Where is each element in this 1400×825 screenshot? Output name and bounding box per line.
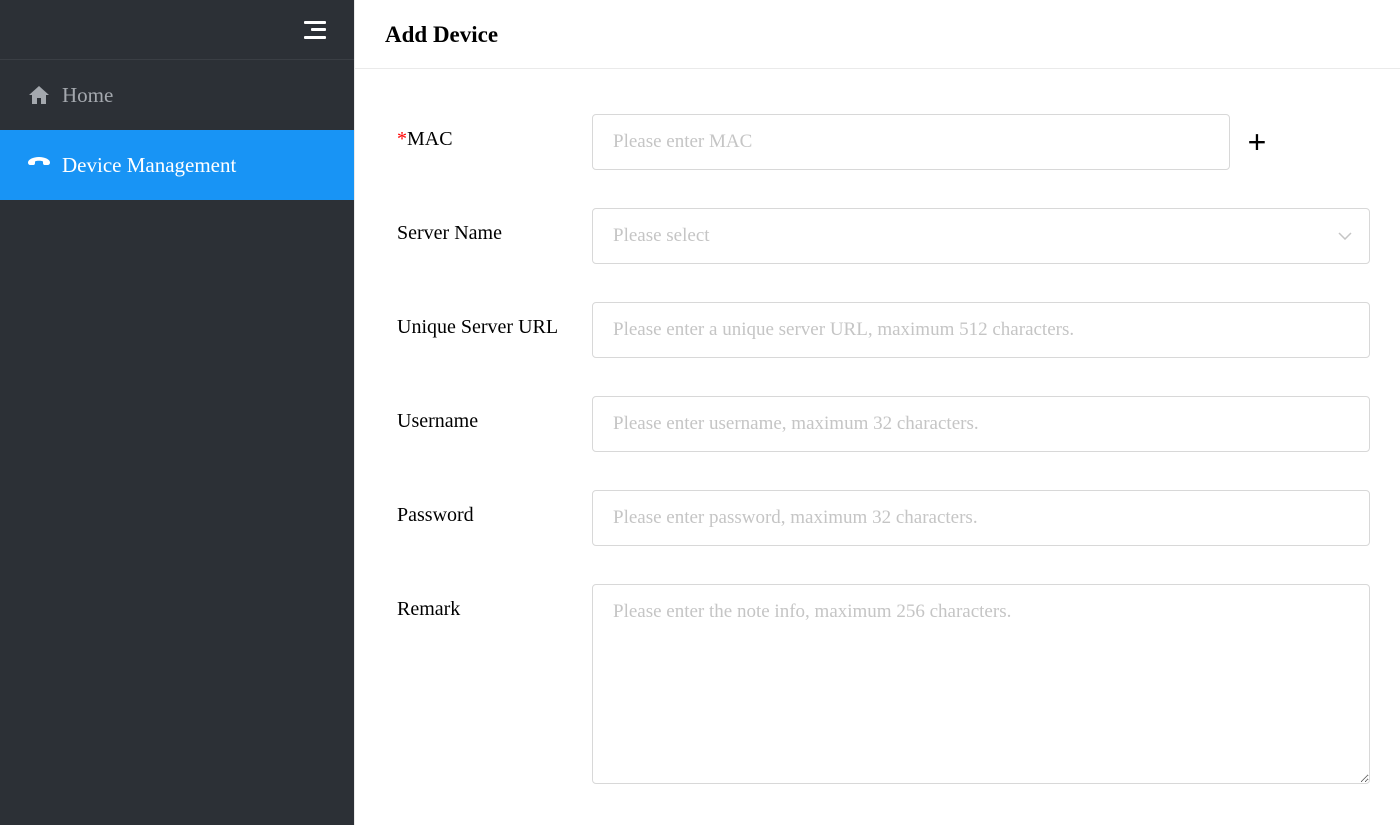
main-content: Add Device *MAC + Server Name Please sel… — [354, 0, 1400, 825]
form-row-username: Username — [397, 396, 1370, 452]
mac-label: *MAC — [397, 114, 592, 151]
form-row-remark: Remark — [397, 584, 1370, 784]
add-mac-button[interactable]: + — [1242, 127, 1272, 157]
home-icon — [28, 84, 50, 106]
plus-icon: + — [1248, 126, 1267, 158]
form-row-mac: *MAC + — [397, 114, 1370, 170]
sidebar-item-label: Home — [62, 83, 113, 108]
username-input[interactable] — [592, 396, 1370, 452]
menu-toggle-icon[interactable] — [304, 21, 326, 39]
required-mark: * — [397, 128, 407, 150]
sidebar-item-label: Device Management — [62, 153, 236, 178]
page-title: Add Device — [385, 22, 1370, 48]
remark-textarea[interactable] — [592, 584, 1370, 784]
unique-server-url-input[interactable] — [592, 302, 1370, 358]
form-row-unique-server-url: Unique Server URL — [397, 302, 1370, 358]
sidebar-header — [0, 0, 354, 60]
form-row-password: Password — [397, 490, 1370, 546]
form-row-server-name: Server Name Please select — [397, 208, 1370, 264]
password-label: Password — [397, 490, 592, 527]
password-input[interactable] — [592, 490, 1370, 546]
server-name-label: Server Name — [397, 208, 592, 245]
username-label: Username — [397, 396, 592, 433]
add-device-form: *MAC + Server Name Please select — [355, 69, 1400, 825]
sidebar: Home Device Management — [0, 0, 354, 825]
mac-input[interactable] — [592, 114, 1230, 170]
sidebar-item-device-management[interactable]: Device Management — [0, 130, 354, 200]
sidebar-item-home[interactable]: Home — [0, 60, 354, 130]
remark-label: Remark — [397, 584, 592, 621]
phone-icon — [28, 154, 50, 176]
main-header: Add Device — [355, 0, 1400, 69]
server-name-select[interactable]: Please select — [592, 208, 1370, 264]
unique-server-url-label: Unique Server URL — [397, 302, 592, 339]
